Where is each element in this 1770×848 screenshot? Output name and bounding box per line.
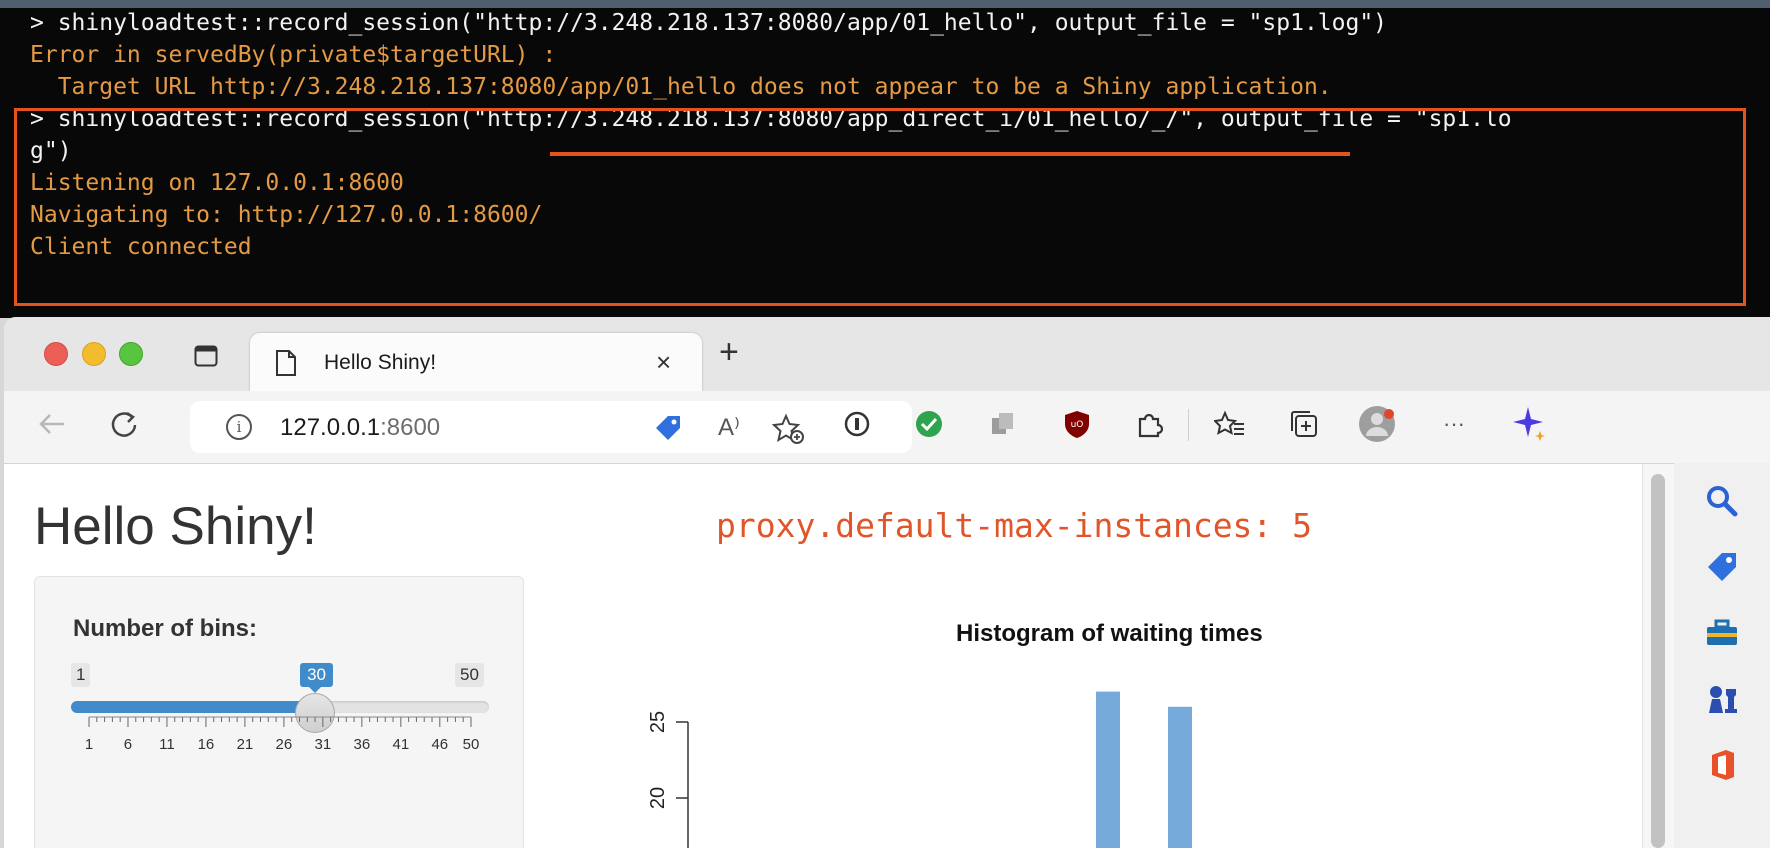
tab-title: Hello Shiny! xyxy=(324,351,437,374)
slider-tick-label: 1 xyxy=(85,736,93,753)
histogram-bar xyxy=(1096,691,1120,848)
toolbar-divider xyxy=(1188,409,1189,441)
terminal-line: > shinyloadtest::record_session("http://… xyxy=(30,10,1388,36)
office-icon[interactable] xyxy=(1704,747,1740,783)
svg-text:uO: uO xyxy=(1071,420,1084,430)
sidebar-panel: Number of bins: 1 50 30 1 6 11 16 21 26 31 36 41… xyxy=(34,576,524,848)
refresh-icon[interactable] xyxy=(108,409,140,439)
slider-tick-label: 16 xyxy=(198,736,215,753)
slider-tick-label: 46 xyxy=(431,736,448,753)
histogram-plot: 25 20 xyxy=(647,691,1192,848)
slider-max-label: 50 xyxy=(455,663,484,687)
slider-grid: 1 6 11 16 21 26 31 36 41 46 50 xyxy=(85,716,480,753)
url-underline xyxy=(550,152,1350,156)
slider-fill xyxy=(71,701,316,713)
close-window-button[interactable] xyxy=(44,342,68,366)
copy-extension-icon[interactable] xyxy=(988,409,1018,439)
browser-window: Hello Shiny! × + i 127.0.0.1:8600 A⁾ uO … xyxy=(4,317,1770,848)
more-icon[interactable]: ··· xyxy=(1436,409,1472,439)
search-icon[interactable] xyxy=(1704,483,1740,519)
slider-value-label: 30 xyxy=(300,663,333,687)
tab-bar: Hello Shiny! × + xyxy=(4,317,1770,391)
password-manager-icon[interactable] xyxy=(842,409,872,439)
copilot-icon[interactable] xyxy=(1512,405,1548,443)
bins-label: Number of bins: xyxy=(73,615,257,642)
collections-icon[interactable] xyxy=(1288,409,1320,439)
slider-tick-label: 26 xyxy=(276,736,293,753)
address-host: 127.0.0.1 xyxy=(280,414,381,441)
address-port: :8600 xyxy=(380,414,441,441)
check-extension-icon[interactable] xyxy=(914,409,944,439)
games-icon[interactable] xyxy=(1704,681,1740,717)
page-scrollbar[interactable] xyxy=(1642,464,1674,848)
slider-tick-label: 36 xyxy=(354,736,371,753)
slider-track[interactable] xyxy=(71,701,489,713)
scrollbar-thumb[interactable] xyxy=(1651,474,1665,848)
maximize-window-button[interactable] xyxy=(119,342,143,366)
terminal-line: Error in servedBy(private$targetURL) : xyxy=(30,42,557,68)
slider-min-label: 1 xyxy=(71,663,91,687)
minimize-window-button[interactable] xyxy=(82,342,106,366)
slider-tick-label: 11 xyxy=(159,736,175,753)
extensions-icon[interactable] xyxy=(1134,409,1164,439)
page-icon xyxy=(276,350,296,376)
y-tick-label: 25 xyxy=(647,711,669,733)
histogram-bar xyxy=(1168,706,1192,848)
slider-tick-label: 21 xyxy=(237,736,254,753)
y-tick-label: 20 xyxy=(647,787,669,809)
chart-title: Histogram of waiting times xyxy=(956,620,1263,647)
browser-sidebar xyxy=(1674,463,1770,848)
profile-icon[interactable] xyxy=(1358,405,1398,443)
new-tab-button[interactable]: + xyxy=(719,335,739,369)
tab-actions-icon[interactable] xyxy=(194,345,218,367)
highlight-box xyxy=(14,108,1746,306)
toolbox-icon[interactable] xyxy=(1704,615,1740,651)
tab-hello-shiny[interactable]: Hello Shiny! × xyxy=(250,333,702,391)
tag-icon[interactable] xyxy=(1704,549,1740,585)
ublock-icon[interactable]: uO xyxy=(1062,409,1092,439)
add-favorite-icon[interactable] xyxy=(772,413,806,445)
back-icon[interactable] xyxy=(36,409,68,439)
address-bar[interactable]: i 127.0.0.1:8600 A⁾ xyxy=(190,401,912,453)
web-page: Hello Shiny! proxy.default-max-instances… xyxy=(4,464,1674,848)
favorites-icon[interactable] xyxy=(1214,409,1246,439)
read-aloud-icon[interactable]: A⁾ xyxy=(718,413,740,442)
tag-icon[interactable] xyxy=(652,413,684,443)
address-text: 127.0.0.1:8600 xyxy=(280,414,440,442)
close-tab-icon[interactable]: × xyxy=(656,349,671,375)
slider-tick-label: 31 xyxy=(315,736,332,753)
slider-tick-label: 50 xyxy=(463,736,480,753)
slider-tick-label: 6 xyxy=(124,736,132,753)
terminal-line: Target URL http://3.248.218.137:8080/app… xyxy=(30,74,1332,100)
terminal-window: > shinyloadtest::record_session("http://… xyxy=(0,0,1770,318)
page-title: Hello Shiny! xyxy=(34,497,317,556)
proxy-note: proxy.default-max-instances: 5 xyxy=(716,506,1313,545)
slider-tick-label: 41 xyxy=(392,736,409,753)
browser-toolbar: i 127.0.0.1:8600 A⁾ uO ··· xyxy=(4,391,1770,464)
site-info-icon[interactable]: i xyxy=(226,414,252,440)
